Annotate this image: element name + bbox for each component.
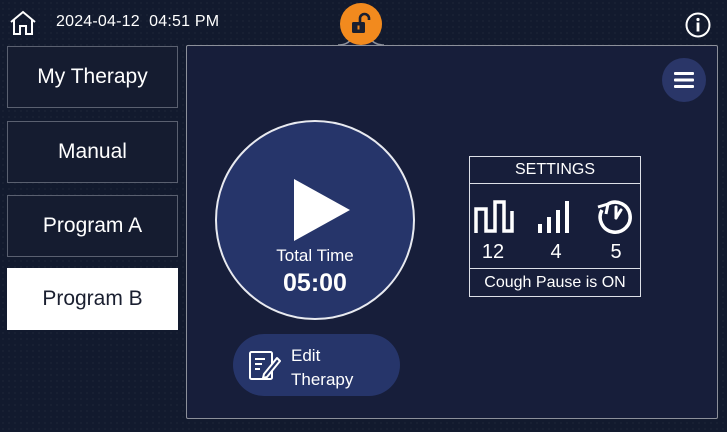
intensity-value: 4 [550,241,562,263]
nav-label: My Therapy [37,65,148,88]
edit-therapy-button[interactable]: Edit Therapy [233,334,400,396]
nav-label: Program B [42,287,143,310]
settings-title: SETTINGS [470,157,640,184]
edit-therapy-label: Edit Therapy [291,346,354,389]
date-text: 2024-04-12 [56,13,140,30]
unlocked-padlock-icon [352,12,371,33]
hamburger-menu-icon [674,72,694,88]
frequency-value: 12 [481,241,505,263]
play-icon [294,179,350,241]
total-time-label: Total Time [276,246,354,265]
menu-button[interactable] [662,58,706,102]
date-time: 2024-04-12 04:51 PM [56,13,219,31]
edit-document-icon [249,351,281,380]
time-text: 04:51 PM [149,13,220,30]
settings-panel[interactable]: SETTINGS 12 4 5 Cough Pause is ON [469,156,641,297]
nav-label: Manual [58,140,127,163]
nav-program-a[interactable]: Program A [7,195,178,257]
play-button[interactable]: Total Time 05:00 [215,120,415,320]
cycle-value: 5 [610,241,622,263]
intensity-bars-icon [538,201,569,233]
unlock-button[interactable] [340,3,382,45]
nav-label: Program A [42,214,143,237]
info-icon[interactable] [685,12,711,38]
cycle-timer-icon [597,200,632,234]
nav-program-b[interactable]: Program B [7,268,178,330]
frequency-wave-icon [474,200,514,233]
home-icon[interactable] [8,9,38,37]
nav-manual[interactable]: Manual [7,121,178,183]
total-time-value: 05:00 [283,269,347,297]
cough-pause-status: Cough Pause is ON [470,268,640,296]
nav-my-therapy[interactable]: My Therapy [7,46,178,108]
